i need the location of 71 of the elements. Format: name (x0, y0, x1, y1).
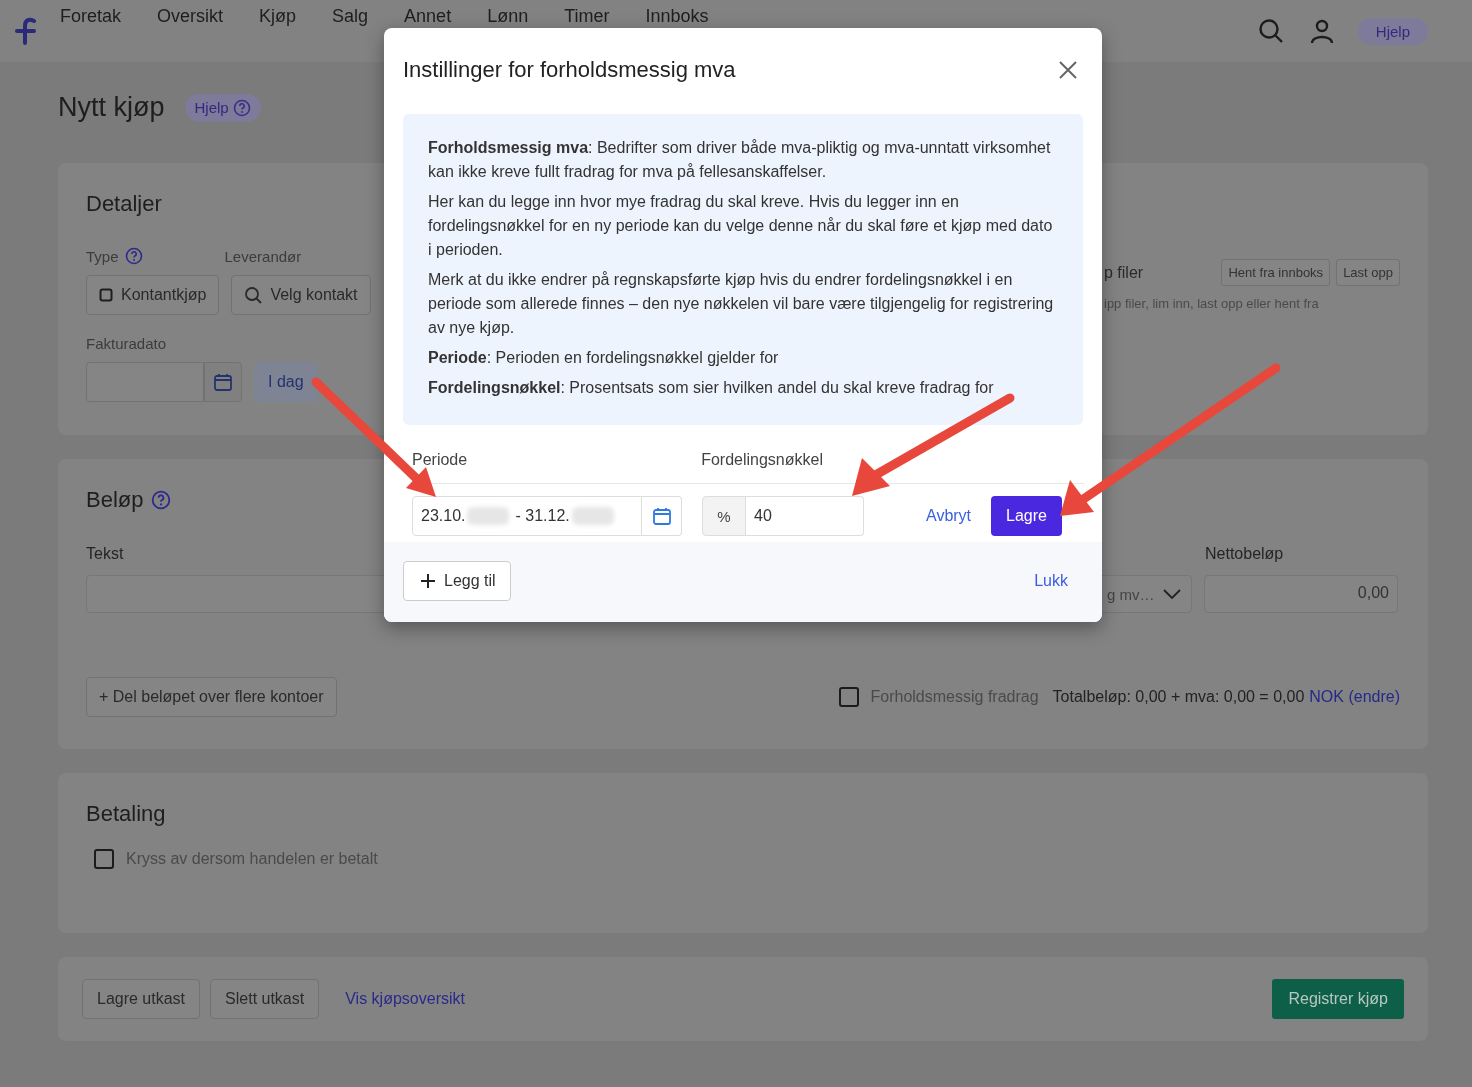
chevron-icon (1163, 589, 1181, 599)
info-paragraph: Periode: Perioden en fordelingsnøkkel gjelder for (428, 348, 780, 368)
field-label: Fakturadato (86, 335, 168, 352)
nav-item[interactable]: Timer (564, 6, 610, 26)
draft-button[interactable]: Slett utkast (210, 979, 320, 1019)
date-text: - 31.12. (515, 507, 570, 525)
user-icon[interactable] (1309, 18, 1334, 44)
total-text: Totalbeløp: 0,00 + mva: 0,00 = 0,00 (1052, 688, 1305, 706)
info-paragraph: Fordelingsnøkkel: Prosentsats som sier hvilken andel du skal kreve fradrag for (428, 378, 995, 398)
info-paragraph: Forholdsmessig mva: Bedrifter som driver både mva-pliktig og mva-unntatt virksomhet kan ikke kreve fullt fradrag for mva på fellesanskaffelser. (428, 138, 1052, 182)
nav-item[interactable]: Annet (404, 6, 452, 26)
period-field[interactable]: 23.10. - 31.12. (412, 496, 642, 536)
field-label: Nettobeløp (1205, 545, 1285, 563)
calendar-icon (213, 372, 233, 392)
search-icon (244, 286, 263, 304)
section-title: Beløp (86, 487, 144, 513)
field-label: p filer (1104, 263, 1144, 282)
cancel-link[interactable]: Avbryt (926, 507, 972, 525)
calendar-icon (651, 506, 672, 526)
info-paragraph: Her kan du legge inn hvor mye fradrag du skal kreve. Hvis du legger inn en fordelingsnøkkel for en ny periode kan du velge denne når du skal føre et kjøp med dato i perioden. (428, 192, 1054, 260)
search-icon[interactable] (1257, 18, 1284, 44)
currency-link[interactable]: NOK (endre) (1309, 688, 1400, 706)
redaction-mark (571, 507, 614, 525)
date-text: 23.10. (421, 507, 466, 525)
calendar-button[interactable] (204, 362, 242, 402)
help-button[interactable]: Hjelp (184, 93, 261, 122)
close-icon[interactable] (1058, 60, 1078, 80)
redaction-mark (467, 507, 510, 525)
info-paragraph: Merk at du ikke endrer på regnskapsførte kjøp hvis du endrer fordelingsnøkkel i en periode som allerede finnes – den nye nøkkelen vil bare være tilgjengelig for registrering av nye kjøp. (428, 270, 1055, 338)
field-label: Periode (412, 451, 468, 469)
field-label: Fordelingsnøkkel (701, 451, 823, 469)
checkbox-label: Kryss av dersom handelen er betalt (126, 850, 378, 868)
page-title: Nytt kjøp (58, 92, 165, 123)
inbox-button[interactable]: Hent fra innboks (1221, 259, 1331, 286)
field-label: Tekst (86, 545, 124, 563)
close-link[interactable]: Lukk (1034, 572, 1068, 590)
help-button[interactable]: Hjelp (1357, 17, 1428, 45)
contact-button[interactable]: Velg kontakt (231, 275, 371, 315)
today-button[interactable]: I dag (254, 362, 318, 402)
nav-item[interactable]: Kjøp (259, 6, 297, 26)
percent-addon: % (702, 496, 746, 536)
field-label: Leverandør (224, 247, 302, 265)
field-label: Type (86, 247, 119, 265)
split-button[interactable]: + Del beløpet over flere kontoer (86, 677, 337, 717)
nav-item[interactable]: Lønn (487, 6, 529, 26)
dialog-title: Instillinger for forholdsmessig mva (403, 57, 736, 83)
hint-text: ipp filer, lim inn, last opp eller hent fra (1104, 296, 1320, 311)
save-button[interactable]: Lagre (991, 496, 1062, 536)
section-title: Betaling (86, 801, 167, 827)
type-button[interactable]: Kontantkjøp (86, 275, 220, 315)
checkbox[interactable] (94, 849, 114, 869)
nav-item[interactable]: Innboks (645, 6, 709, 26)
add-button[interactable]: Legg til (403, 561, 511, 601)
square-icon (99, 288, 113, 302)
nav-item[interactable]: Salg (332, 6, 369, 26)
checkbox[interactable] (838, 687, 859, 707)
checkbox-label: Forholdsmessig fradrag (870, 688, 1039, 706)
logo-icon[interactable] (14, 17, 38, 45)
register-button[interactable]: Registrer kjøp (1272, 979, 1404, 1019)
question-icon (232, 98, 251, 117)
key-field[interactable]: 40 (746, 496, 864, 536)
upload-button[interactable]: Last opp (1336, 259, 1400, 286)
nav-item[interactable]: Foretak (60, 6, 122, 26)
plus-icon (420, 573, 436, 589)
draft-button[interactable]: Lagre utkast (82, 979, 201, 1019)
help-icon[interactable] (124, 247, 143, 265)
nav-item[interactable]: Oversikt (157, 6, 224, 26)
net-amount-field[interactable]: 0,00 (1204, 575, 1398, 613)
help-icon[interactable] (151, 490, 172, 510)
overview-link[interactable]: Vis kjøpsoversikt (345, 990, 465, 1008)
section-title: Detaljer (86, 191, 163, 217)
